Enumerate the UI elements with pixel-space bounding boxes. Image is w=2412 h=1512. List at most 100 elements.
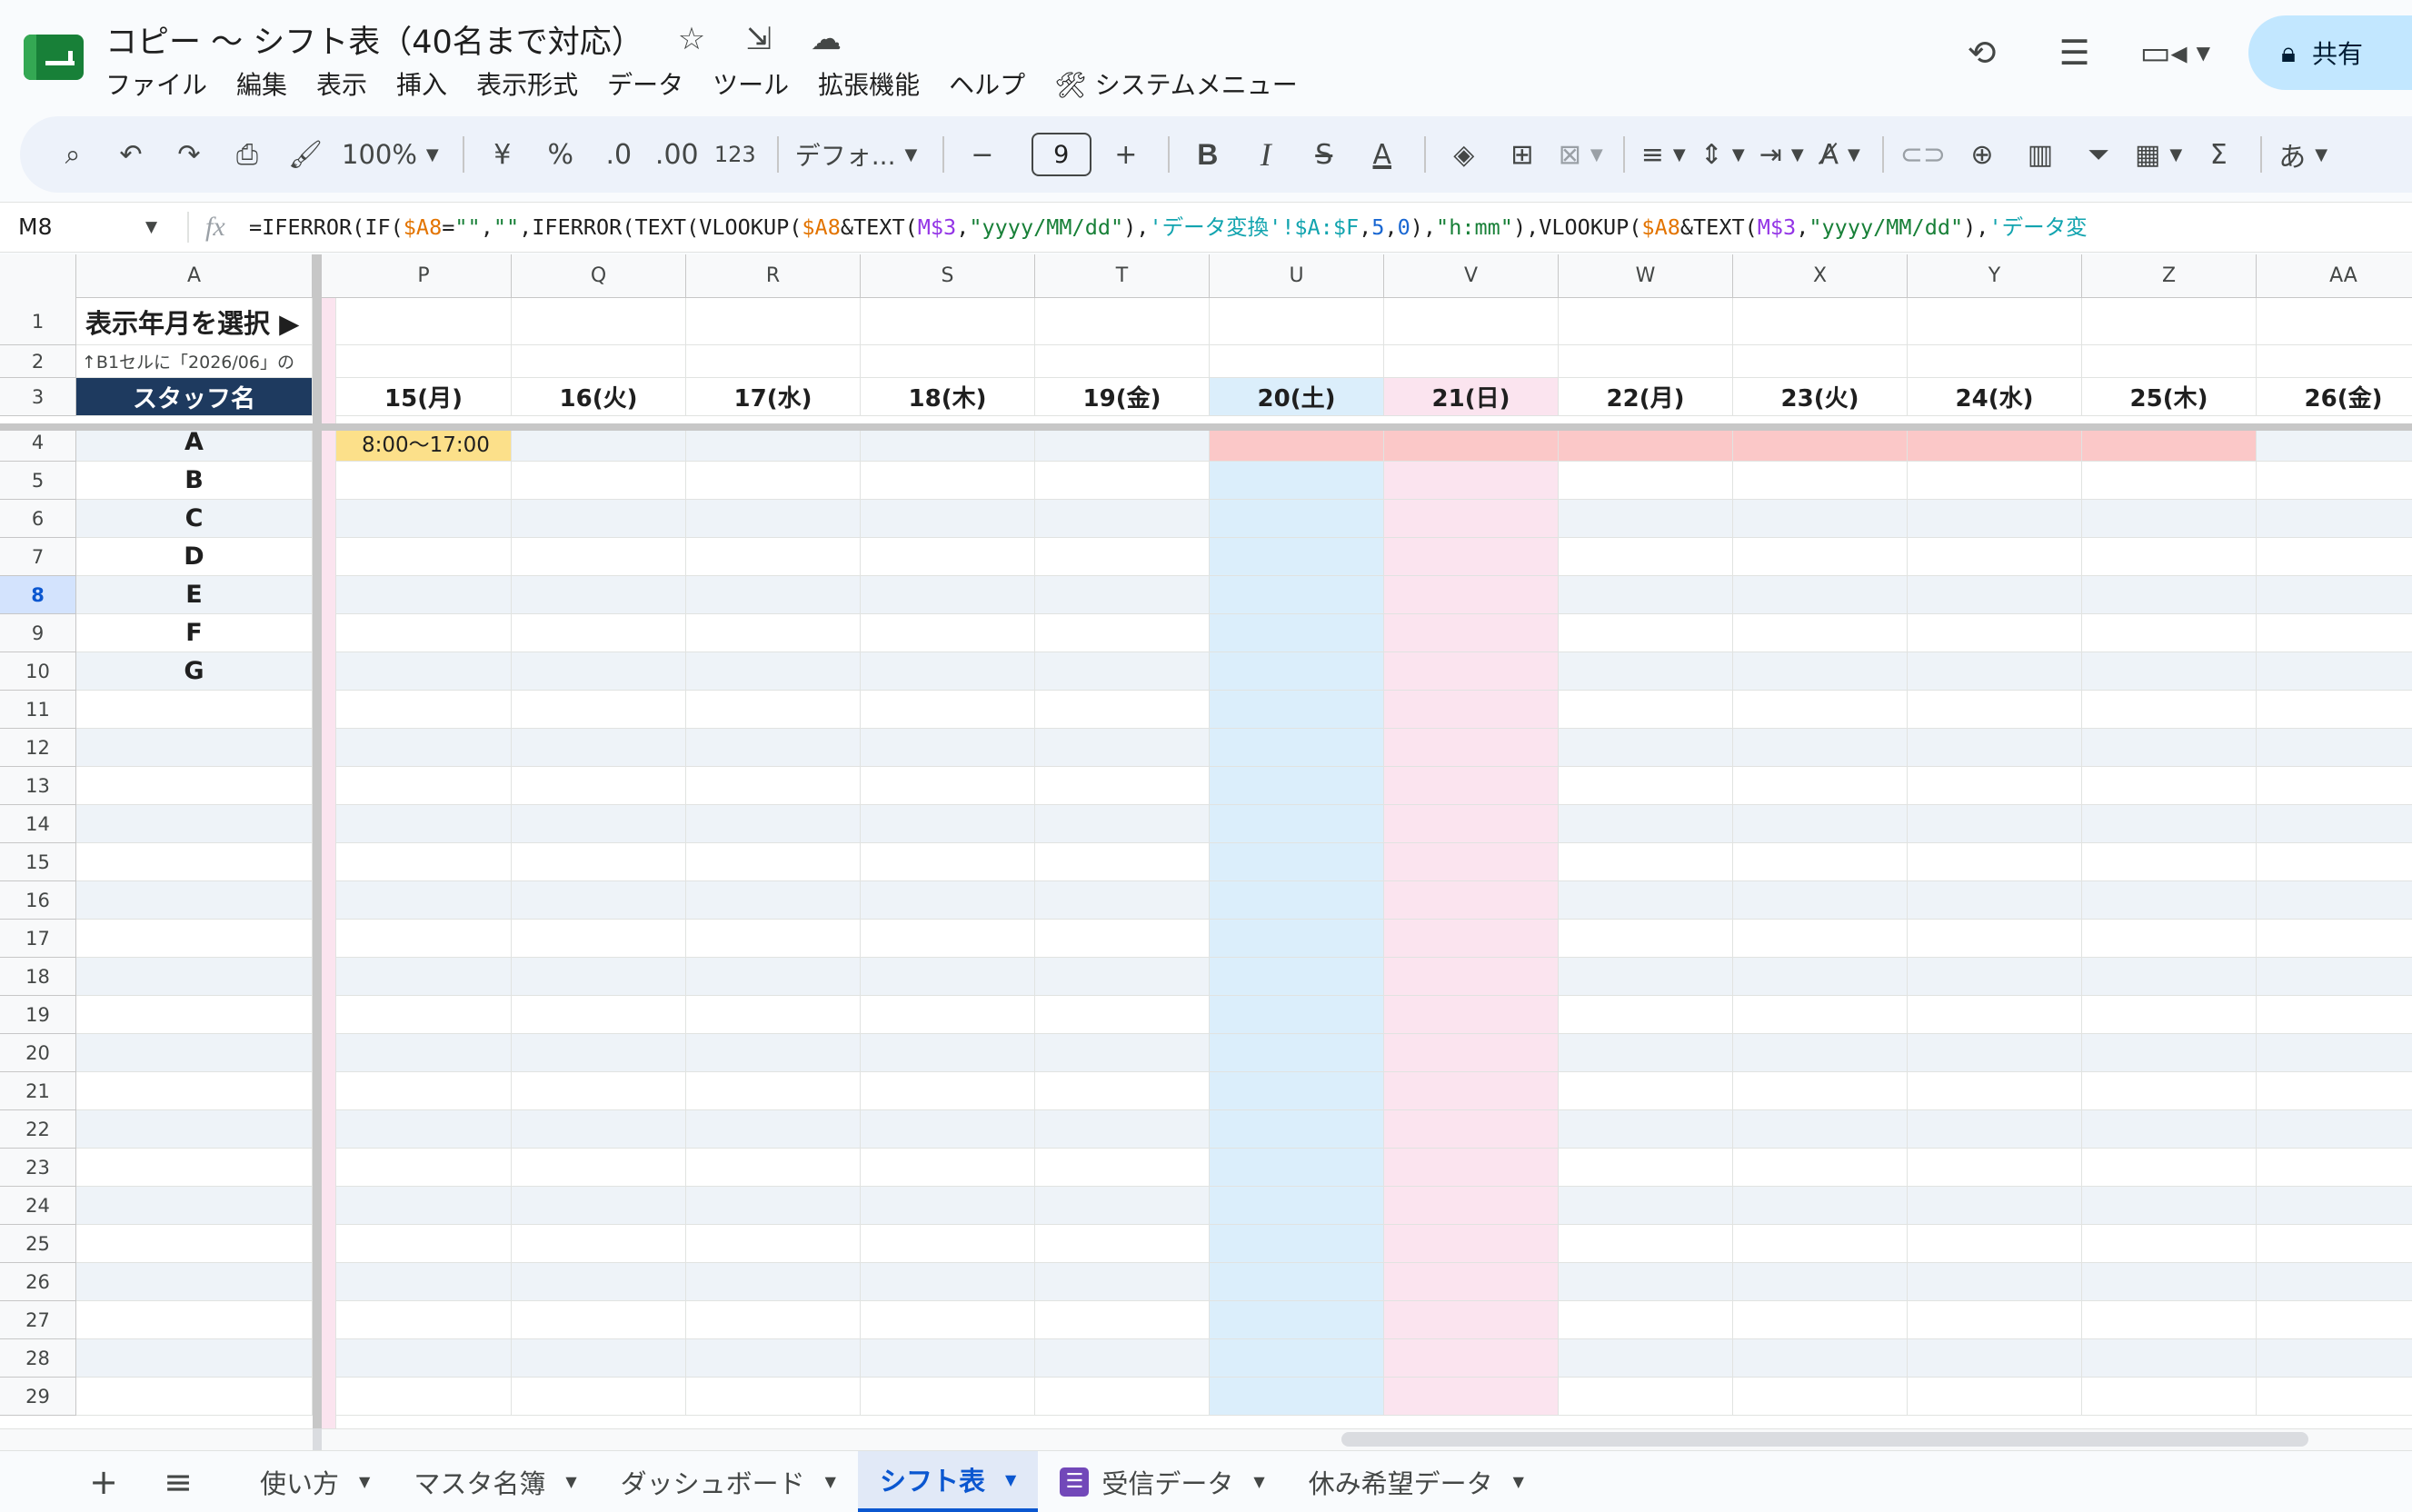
cell-y5[interactable] [1908,462,2082,500]
cell-t2[interactable] [1035,345,1210,378]
cell-y25[interactable] [1908,1225,2082,1263]
cell-w16[interactable] [1559,881,1733,920]
cell-q11[interactable] [512,691,686,729]
cell-w11[interactable] [1559,691,1733,729]
percent-format-button[interactable]: % [539,129,583,180]
cell-a10[interactable]: G [76,652,313,691]
cell-q10[interactable] [512,652,686,691]
cell-q26[interactable] [512,1263,686,1301]
menu-tools[interactable]: ツール [698,65,803,105]
cell-w20[interactable] [1559,1034,1733,1072]
cell-w14[interactable] [1559,805,1733,843]
cell-aa25[interactable] [2257,1225,2412,1263]
cell-p18[interactable] [336,958,512,996]
cell-r20[interactable] [686,1034,861,1072]
horizontal-scrollbar-thumb[interactable] [1341,1432,2308,1447]
cell-a9[interactable]: F [76,614,313,652]
cell-v15[interactable] [1384,843,1559,881]
row-header-27[interactable]: 27 [0,1301,76,1339]
cell-a24[interactable] [76,1187,313,1225]
column-header-y[interactable]: Y [1908,254,2082,298]
increase-font-size-icon[interactable]: + [1104,129,1148,180]
cell-t28[interactable] [1035,1339,1210,1378]
cell-y27[interactable] [1908,1301,2082,1339]
cell-p17[interactable] [336,920,512,958]
cell-y2[interactable] [1908,345,2082,378]
cell-u19[interactable] [1210,996,1384,1034]
cell-v29[interactable] [1384,1378,1559,1416]
cell-s26[interactable] [861,1263,1035,1301]
cell-t24[interactable] [1035,1187,1210,1225]
cell-v17[interactable] [1384,920,1559,958]
cell-t15[interactable] [1035,843,1210,881]
cell-x1[interactable] [1733,298,1908,345]
cell-s19[interactable] [861,996,1035,1034]
cell-p15[interactable] [336,843,512,881]
chevron-down-icon[interactable]: ▼ [825,1473,836,1490]
cell-u27[interactable] [1210,1301,1384,1339]
cell-q25[interactable] [512,1225,686,1263]
cell-q15[interactable] [512,843,686,881]
cell-s18[interactable] [861,958,1035,996]
row-header-22[interactable]: 22 [0,1110,76,1149]
cell-a29[interactable] [76,1378,313,1416]
cell-q21[interactable] [512,1072,686,1110]
cell-z11[interactable] [2082,691,2257,729]
cell-w1[interactable] [1559,298,1733,345]
cell-z22[interactable] [2082,1110,2257,1149]
cell-x24[interactable] [1733,1187,1908,1225]
font-size-input[interactable]: 9 [1031,133,1091,176]
column-header-aa[interactable]: AA [2257,254,2412,298]
cell-t19[interactable] [1035,996,1210,1034]
cell-t14[interactable] [1035,805,1210,843]
cell-r14[interactable] [686,805,861,843]
cell-x14[interactable] [1733,805,1908,843]
cell-q27[interactable] [512,1301,686,1339]
cell-s11[interactable] [861,691,1035,729]
cell-w12[interactable] [1559,729,1733,767]
cell-u25[interactable] [1210,1225,1384,1263]
cell-t10[interactable] [1035,652,1210,691]
row-header-3[interactable]: 3 [0,378,76,416]
cell-x28[interactable] [1733,1339,1908,1378]
cell-s8[interactable] [861,576,1035,614]
cell-q1[interactable] [512,298,686,345]
cell-r28[interactable] [686,1339,861,1378]
cell-z8[interactable] [2082,576,2257,614]
cell-z1[interactable] [2082,298,2257,345]
date-header-q[interactable]: 16(火) [512,378,686,416]
cell-v6[interactable] [1384,500,1559,538]
cell-v16[interactable] [1384,881,1559,920]
cell-a20[interactable] [76,1034,313,1072]
cell-t20[interactable] [1035,1034,1210,1072]
cell-a2-note[interactable]: ↑B1セルに「2026/06」の [76,345,313,378]
cell-aa26[interactable] [2257,1263,2412,1301]
cell-u18[interactable] [1210,958,1384,996]
cell-v21[interactable] [1384,1072,1559,1110]
cell-x6[interactable] [1733,500,1908,538]
meet-button[interactable]: ▭◂ ▼ [2140,35,2210,72]
row-header-24[interactable]: 24 [0,1187,76,1225]
cell-r18[interactable] [686,958,861,996]
star-icon[interactable]: ☆ [673,20,711,58]
cell-z18[interactable] [2082,958,2257,996]
row-freeze-handle[interactable] [0,423,2412,431]
cell-v1[interactable] [1384,298,1559,345]
formula-input[interactable]: =IFERROR(IF($A8="","",IFERROR(TEXT(VLOOK… [249,203,2403,252]
fill-color-icon[interactable]: ◈ [1442,129,1486,180]
cell-u13[interactable] [1210,767,1384,805]
cell-v20[interactable] [1384,1034,1559,1072]
cell-s28[interactable] [861,1339,1035,1378]
cell-a27[interactable] [76,1301,313,1339]
cell-p21[interactable] [336,1072,512,1110]
cell-p13[interactable] [336,767,512,805]
cell-p26[interactable] [336,1263,512,1301]
spreadsheet-grid[interactable]: A P Q R S T U V W X Y Z AA 1 2 3 4 5 6 7 8 9 10 11 12 13 14 15 16 17… [0,254,2412,1428]
row-header-10[interactable]: 10 [0,652,76,691]
cell-q19[interactable] [512,996,686,1034]
cell-r27[interactable] [686,1301,861,1339]
cell-r16[interactable] [686,881,861,920]
cell-q16[interactable] [512,881,686,920]
column-header-w[interactable]: W [1559,254,1733,298]
cell-q22[interactable] [512,1110,686,1149]
